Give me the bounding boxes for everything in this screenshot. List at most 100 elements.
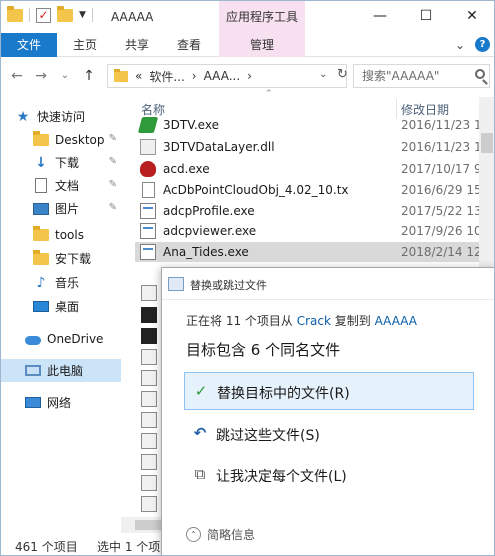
- nav-documents[interactable]: 文档 ✎: [1, 174, 121, 197]
- search-icon[interactable]: [475, 69, 485, 79]
- exe-icon[interactable]: [141, 349, 157, 365]
- music-icon: ♪: [36, 274, 46, 291]
- nav-label: 音乐: [55, 276, 80, 290]
- file-date: 2016/11/23 1: [401, 140, 482, 154]
- nav-quick-access[interactable]: ★ 快速访问: [1, 105, 121, 128]
- minimize-button[interactable]: —: [357, 1, 403, 33]
- tab-file[interactable]: 文件: [1, 33, 57, 57]
- picture-icon: [33, 202, 49, 215]
- nav-desktop-pinned[interactable]: Desktop ✎: [1, 128, 121, 151]
- exe-icon[interactable]: [141, 433, 157, 449]
- properties-icon[interactable]: ✓: [36, 7, 51, 23]
- exe-icon[interactable]: [141, 307, 157, 323]
- nav-desktop[interactable]: 桌面: [1, 295, 121, 318]
- exe-icon: [140, 203, 156, 219]
- skip-icon: ↶: [193, 424, 207, 442]
- nav-downloads[interactable]: ↓ 下载 ✎: [1, 151, 121, 174]
- up-button[interactable]: ↑: [79, 66, 99, 86]
- file-name: adcpProfile.exe: [163, 204, 255, 218]
- destination-link[interactable]: AAAAA: [375, 314, 417, 328]
- text-file-icon: [142, 182, 155, 198]
- window-title: AAAAA: [111, 10, 154, 24]
- file-row[interactable]: adcpviewer.exe 2017/9/26 10: [135, 221, 482, 241]
- address-dropdown-icon[interactable]: ⌄: [319, 69, 327, 80]
- folder-icon: [114, 68, 128, 82]
- file-date: 2016/11/23 1: [401, 118, 482, 132]
- file-name: Ana_Tides.exe: [163, 245, 249, 259]
- search-input[interactable]: 搜索"AAAAA": [353, 64, 490, 88]
- file-row[interactable]: acd.exe 2017/10/17 9: [135, 159, 482, 179]
- tab-view[interactable]: 查看: [167, 33, 211, 57]
- exe-icon[interactable]: [141, 328, 157, 344]
- help-icon[interactable]: ?: [475, 37, 490, 52]
- exe-icon[interactable]: [141, 454, 157, 470]
- exe-icon[interactable]: [141, 496, 157, 512]
- exe-icon: [140, 223, 156, 239]
- separator: [29, 8, 30, 22]
- option-label: 跳过这些文件(S): [216, 428, 320, 444]
- nav-label: 图片: [55, 202, 80, 216]
- exe-icon[interactable]: [141, 475, 157, 491]
- file-date: 2018/2/14 12: [401, 245, 482, 259]
- tab-manage[interactable]: 管理: [219, 33, 305, 57]
- maximize-button[interactable]: ☐: [403, 1, 449, 33]
- exe-icon[interactable]: [141, 285, 157, 301]
- replace-files-option[interactable]: ✓ 替换目标中的文件(R): [184, 372, 474, 410]
- folder-icon: [33, 249, 49, 265]
- copy-prefix: 正在将 11 个项目从: [186, 314, 293, 328]
- separator: [91, 8, 93, 22]
- breadcrumb-aaaaa[interactable]: AAA...: [204, 69, 241, 83]
- source-link[interactable]: Crack: [297, 314, 331, 328]
- nav-onedrive[interactable]: OneDrive: [1, 327, 121, 350]
- back-button[interactable]: ←: [7, 66, 27, 86]
- nav-label: 此电脑: [47, 364, 84, 378]
- nav-label: 安下载: [55, 252, 92, 266]
- exe-icon: [137, 117, 159, 133]
- file-row[interactable]: 3DTVDataLayer.dll 2016/11/23 1: [135, 137, 482, 157]
- nav-tools[interactable]: tools: [1, 223, 121, 246]
- dialog-heading: 目标包含 6 个同名文件: [186, 341, 341, 359]
- folder-icon[interactable]: [7, 6, 23, 23]
- file-name: acd.exe: [163, 162, 210, 176]
- file-name: AcDbPointCloudObj_4.02_10.tx: [163, 183, 349, 197]
- file-row[interactable]: AcDbPointCloudObj_4.02_10.tx 2016/6/29 1…: [135, 180, 482, 200]
- tab-share[interactable]: 共享: [115, 33, 159, 57]
- title-bar: ✓ ▼ AAAAA 应用程序工具 — ☐ ✕: [1, 1, 494, 33]
- exe-icon[interactable]: [141, 370, 157, 386]
- network-icon: [25, 397, 41, 408]
- new-folder-icon[interactable]: [57, 6, 73, 23]
- tab-home[interactable]: 主页: [63, 33, 107, 57]
- expand-ribbon-icon[interactable]: ⌄: [455, 38, 465, 52]
- fewer-details-toggle[interactable]: ⌃ 简略信息: [186, 526, 255, 543]
- nav-this-pc[interactable]: 此电脑: [1, 359, 121, 382]
- dialog-title-bar: 替换或跳过文件: [162, 268, 494, 300]
- pin-icon: ✎: [108, 179, 117, 190]
- file-row-selected[interactable]: Ana_Tides.exe 2018/2/14 12: [135, 242, 482, 262]
- exe-icon[interactable]: [141, 412, 157, 428]
- recent-locations-button[interactable]: ⌄: [55, 66, 75, 86]
- customize-toolbar-icon[interactable]: ▼: [79, 10, 86, 20]
- file-row[interactable]: adcpProfile.exe 2017/5/22 13: [135, 201, 482, 221]
- nav-network[interactable]: 网络: [1, 391, 121, 414]
- close-button[interactable]: ✕: [449, 1, 494, 33]
- breadcrumb-software[interactable]: 软件...: [149, 68, 184, 85]
- address-bar[interactable]: « 软件... › AAA... ›: [107, 64, 347, 88]
- nav-anxiazai[interactable]: 安下载: [1, 247, 121, 270]
- scrollbar-thumb[interactable]: [481, 133, 493, 153]
- file-row[interactable]: 3DTV.exe 2016/11/23 1: [135, 115, 482, 135]
- forward-button[interactable]: →: [31, 66, 51, 86]
- nav-label: 桌面: [55, 300, 80, 314]
- decide-each-file-option[interactable]: ⧉ 让我决定每个文件(L): [184, 456, 474, 494]
- breadcrumb-overflow[interactable]: «: [135, 69, 142, 83]
- nav-pictures[interactable]: 图片 ✎: [1, 197, 121, 220]
- cloud-icon: [25, 335, 41, 345]
- dialog-title: 替换或跳过文件: [190, 279, 267, 292]
- refresh-icon[interactable]: ↻: [337, 67, 348, 82]
- check-icon: ✓: [194, 382, 208, 400]
- replace-or-skip-dialog: 替换或跳过文件 正在将 11 个项目从 Crack 复制到 AAAAA 目标包含…: [161, 267, 494, 555]
- exe-icon[interactable]: [141, 391, 157, 407]
- nav-music[interactable]: ♪ 音乐: [1, 271, 121, 294]
- nav-label: 网络: [47, 396, 72, 410]
- option-label: 替换目标中的文件(R): [217, 386, 350, 402]
- skip-files-option[interactable]: ↶ 跳过这些文件(S): [184, 415, 474, 453]
